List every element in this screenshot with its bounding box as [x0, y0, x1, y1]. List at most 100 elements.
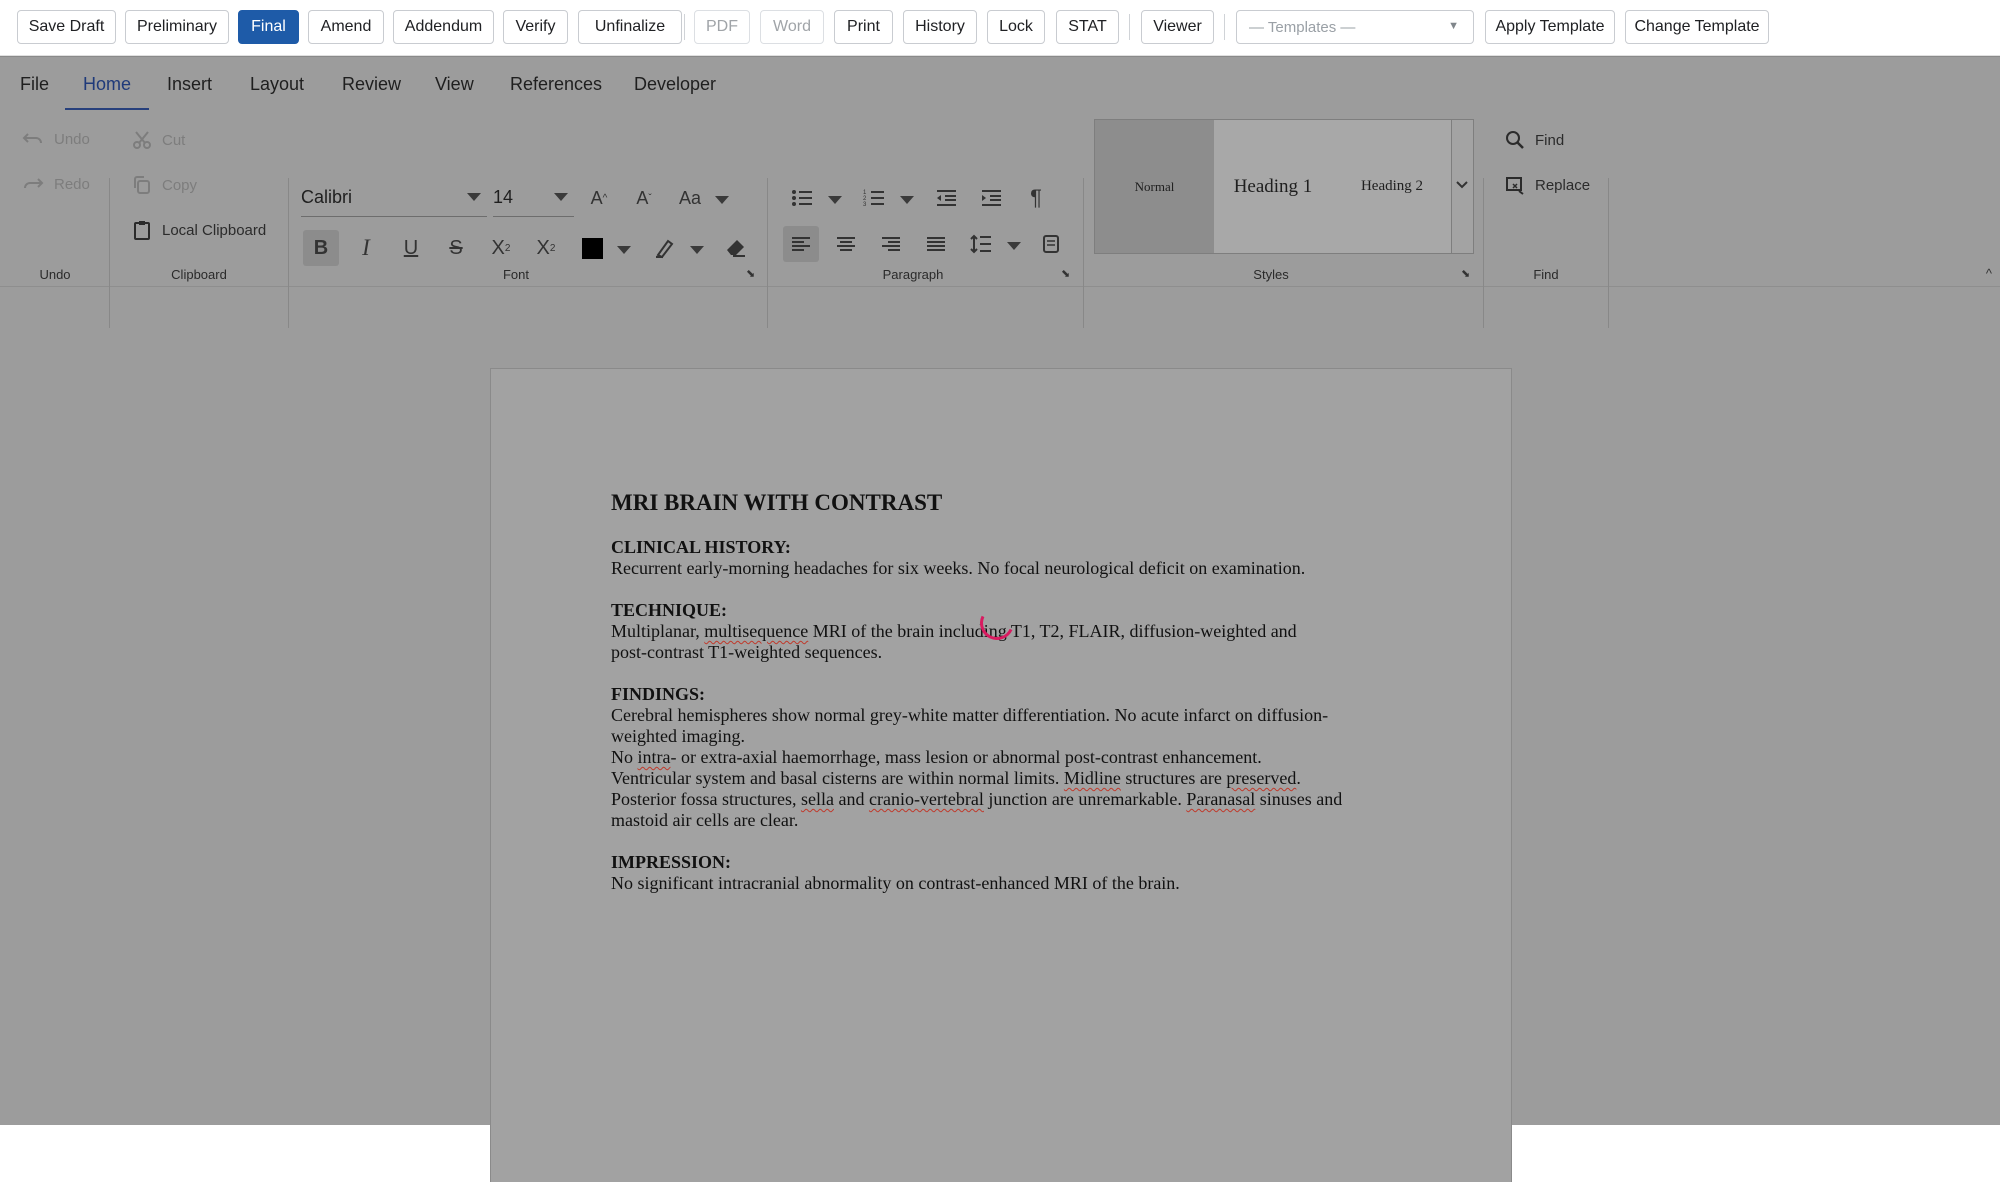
viewer-button[interactable]: Viewer — [1141, 10, 1214, 44]
chevron-down-icon[interactable] — [828, 196, 842, 204]
templates-select[interactable]: — Templates — ▼ — [1236, 10, 1474, 44]
subscript-icon[interactable]: X2 — [528, 230, 564, 266]
find-button[interactable]: Find — [1505, 130, 1564, 150]
save-draft-button[interactable]: Save Draft — [17, 10, 116, 44]
history-button[interactable]: History — [903, 10, 977, 44]
chevron-down-icon[interactable] — [900, 196, 914, 204]
redo-button[interactable]: Redo — [22, 175, 90, 193]
align-right-icon[interactable] — [873, 226, 909, 262]
align-center-icon[interactable] — [828, 226, 864, 262]
strikethrough-icon[interactable]: S — [438, 230, 474, 266]
find-label: Find — [1535, 131, 1565, 149]
style-heading-2[interactable]: Heading 2 — [1332, 120, 1452, 253]
tab-file[interactable]: File — [20, 74, 49, 95]
highlight-icon[interactable] — [647, 230, 683, 266]
tab-developer[interactable]: Developer — [634, 74, 716, 95]
change-template-button[interactable]: Change Template — [1625, 10, 1769, 44]
undo-button[interactable]: Undo — [22, 130, 90, 148]
justify-icon[interactable] — [918, 226, 954, 262]
spelling-error: Midline — [1063, 768, 1121, 788]
chevron-down-icon — [554, 193, 568, 201]
styles-gallery: Normal Heading 1 Heading 2 — [1094, 119, 1474, 254]
clinical-history-text: Recurrent early-morning headaches for si… — [611, 558, 1306, 578]
print-button[interactable]: Print — [834, 10, 893, 44]
copy-button[interactable]: Copy — [132, 175, 197, 195]
group-divider — [288, 178, 289, 328]
group-divider — [1608, 178, 1609, 328]
clear-formatting-icon[interactable] — [718, 230, 754, 266]
numbered-list-icon[interactable]: 123 — [856, 180, 892, 216]
align-left-icon[interactable] — [783, 226, 819, 262]
style-heading-1[interactable]: Heading 1 — [1214, 120, 1332, 253]
document-page[interactable]: MRI BRAIN WITH CONTRAST CLINICAL HISTORY… — [490, 368, 1512, 1182]
preliminary-button[interactable]: Preliminary — [125, 10, 229, 44]
undo-icon — [22, 130, 44, 148]
word-button[interactable]: Word — [760, 10, 824, 44]
decrease-indent-icon[interactable] — [928, 180, 964, 216]
amend-button[interactable]: Amend — [308, 10, 384, 44]
stat-button[interactable]: STAT — [1056, 10, 1119, 44]
font-size-select[interactable]: 14 — [493, 178, 574, 217]
impression-heading: IMPRESSION: — [611, 852, 732, 872]
cut-button[interactable]: Cut — [132, 130, 185, 150]
font-size-value: 14 — [493, 186, 514, 207]
change-case-icon[interactable]: Aa — [672, 180, 708, 216]
increase-indent-icon[interactable] — [973, 180, 1009, 216]
toolbar-divider — [1129, 14, 1130, 40]
addendum-button[interactable]: Addendum — [393, 10, 494, 44]
bold-icon[interactable]: B — [303, 230, 339, 266]
clinical-history-heading: CLINICAL HISTORY: — [611, 537, 791, 557]
apply-template-button[interactable]: Apply Template — [1485, 10, 1615, 44]
pilcrow-icon[interactable]: ¶ — [1018, 180, 1054, 216]
italic-icon[interactable]: I — [348, 230, 384, 266]
chevron-down-icon[interactable] — [690, 246, 704, 254]
styles-dialog-launcher-icon[interactable]: ⬊ — [1461, 267, 1473, 280]
paragraph-group-label: Paragraph — [882, 267, 944, 282]
tab-references[interactable]: References — [510, 74, 602, 95]
tab-home[interactable]: Home — [83, 74, 131, 95]
find-group-label: Find — [1533, 267, 1559, 282]
findings-line-6: mastoid air cells are clear. — [611, 810, 799, 830]
spelling-error: cranio-vertebral — [868, 789, 984, 809]
pdf-button[interactable]: PDF — [694, 10, 750, 44]
underline-icon[interactable]: U — [393, 230, 429, 266]
copy-label: Copy — [162, 176, 198, 194]
tab-insert[interactable]: Insert — [167, 74, 212, 95]
final-button[interactable]: Final — [238, 10, 299, 44]
paragraph-settings-icon[interactable] — [1033, 226, 1069, 262]
shrink-font-icon[interactable]: Aˇ — [626, 180, 662, 216]
scissors-icon — [132, 130, 152, 150]
tab-view[interactable]: View — [435, 74, 474, 95]
spelling-error: multisequence — [704, 621, 809, 641]
group-divider — [767, 178, 768, 328]
local-clipboard-button[interactable]: Local Clipboard — [132, 220, 266, 240]
grow-font-icon[interactable]: A ^ — [581, 180, 617, 216]
font-color-icon[interactable] — [574, 230, 610, 266]
tab-layout[interactable]: Layout — [250, 74, 304, 95]
chevron-down-icon[interactable] — [617, 246, 631, 254]
line-spacing-icon[interactable] — [963, 226, 999, 262]
findings-line-1: Cerebral hemispheres show normal grey-wh… — [611, 705, 1329, 725]
dropdown-arrow-icon: ▼ — [1448, 20, 1459, 32]
spelling-error: intra — [637, 747, 671, 767]
spelling-error: preserved — [1226, 768, 1297, 788]
chevron-down-icon[interactable] — [1007, 242, 1021, 250]
collapse-ribbon-icon[interactable]: ^ — [1986, 266, 1992, 281]
paragraph-dialog-launcher-icon[interactable]: ⬊ — [1061, 267, 1073, 280]
font-dialog-launcher-icon[interactable]: ⬊ — [746, 267, 758, 280]
font-family-value: Calibri — [301, 186, 353, 207]
verify-button[interactable]: Verify — [503, 10, 568, 44]
lock-button[interactable]: Lock — [987, 10, 1045, 44]
style-normal[interactable]: Normal — [1095, 120, 1214, 253]
superscript-icon[interactable]: X2 — [483, 230, 519, 266]
chevron-down-icon[interactable] — [715, 196, 729, 204]
copy-icon — [132, 175, 152, 195]
replace-button[interactable]: Replace — [1505, 175, 1590, 195]
styles-more-button[interactable] — [1451, 120, 1473, 253]
tab-review[interactable]: Review — [342, 74, 401, 95]
spelling-error: Paranasal — [1186, 789, 1256, 809]
unfinalize-button[interactable]: Unfinalize — [578, 10, 682, 44]
document-body[interactable]: MRI BRAIN WITH CONTRAST CLINICAL HISTORY… — [611, 489, 1391, 894]
bullet-list-icon[interactable] — [784, 180, 820, 216]
font-family-select[interactable]: Calibri — [301, 178, 487, 217]
